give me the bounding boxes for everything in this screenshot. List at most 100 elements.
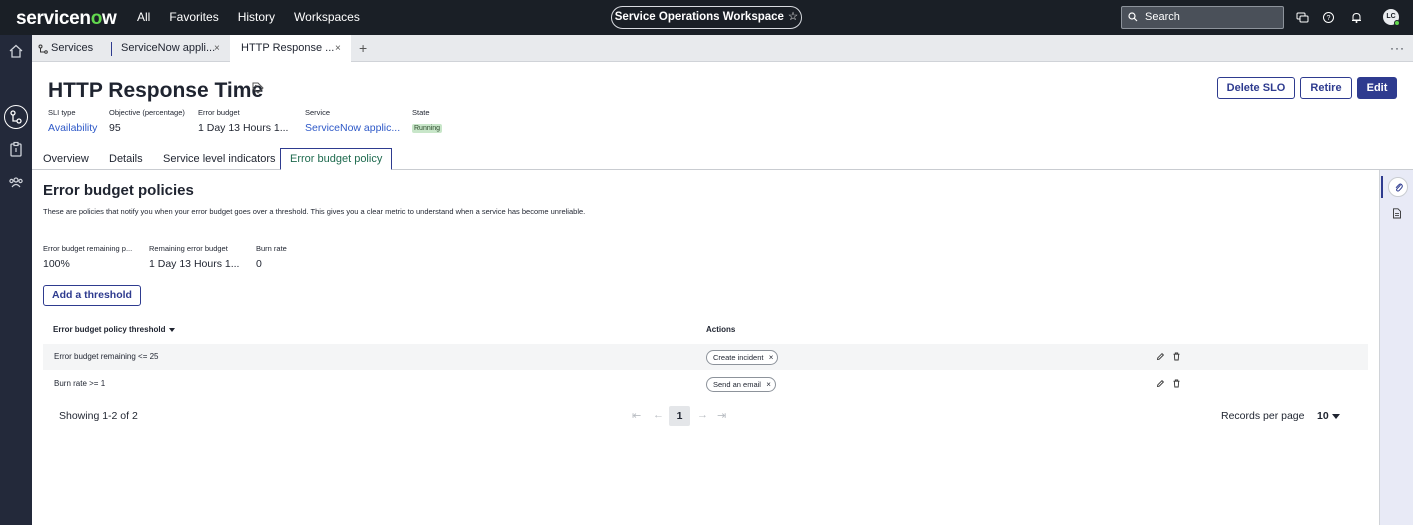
field-value: 1 Day 13 Hours 1... (198, 122, 289, 134)
presence-status-dot (1394, 20, 1400, 26)
user-avatar[interactable]: LC (1383, 9, 1400, 26)
retire-button[interactable]: Retire (1300, 77, 1352, 99)
previous-page-button[interactable]: ← (653, 409, 664, 421)
records-per-page-label: Records per page (1221, 410, 1305, 422)
close-icon[interactable]: × (335, 35, 341, 62)
stat-value: 1 Day 13 Hours 1... (149, 258, 240, 270)
records-per-page-select[interactable]: 10 (1317, 410, 1340, 422)
status-badge: Running (412, 124, 443, 133)
tab-label: ServiceNow appli... (121, 42, 216, 54)
first-page-button[interactable]: ⇤ (632, 409, 641, 422)
tab-http-response-time[interactable]: HTTP Response ... × (230, 35, 351, 62)
left-rail (0, 35, 32, 525)
workspace-title: Service Operations Workspace (614, 11, 784, 23)
side-panel-active-bar (1381, 176, 1383, 198)
column-header-threshold[interactable]: Error budget policy threshold (53, 325, 176, 334)
field-state: State Running (412, 108, 443, 135)
sort-caret-icon (169, 327, 176, 332)
records-count: Showing 1-2 of 2 (59, 410, 138, 422)
stat-error-budget-remaining: Error budget remaining p... 100% (43, 244, 132, 270)
field-label: SLI type (48, 108, 76, 117)
next-page-button[interactable]: → (697, 409, 708, 421)
stat-label: Remaining error budget (149, 244, 228, 253)
threshold-cell: Error budget remaining <= 25 (54, 352, 159, 361)
sli-type-link[interactable]: Availability (48, 122, 97, 134)
services-icon (38, 44, 48, 54)
tab-label: Services (51, 42, 94, 54)
stat-value: 100% (43, 258, 70, 270)
document-icon[interactable] (1392, 208, 1402, 219)
chat-icon[interactable] (1296, 11, 1309, 24)
remove-chip-icon[interactable]: × (766, 378, 771, 391)
stat-remaining-error-budget: Remaining error budget 1 Day 13 Hours 1.… (149, 244, 239, 270)
record-tabs: Overview Details Service level indicator… (32, 148, 1413, 170)
servicenow-logo[interactable]: servicenow (16, 8, 117, 30)
column-header-label: Error budget policy threshold (53, 325, 166, 334)
section-heading: Error budget policies (43, 182, 194, 199)
svg-text:?: ? (1327, 15, 1331, 22)
chip-label: Send an email (713, 380, 761, 389)
nav-history[interactable]: History (238, 10, 275, 24)
stat-burn-rate: Burn rate 0 (256, 244, 287, 270)
team-icon[interactable] (8, 174, 24, 190)
tab-details[interactable]: Details (109, 148, 143, 170)
field-service: Service ServiceNow applic... (305, 108, 400, 134)
search-icon (1128, 12, 1138, 22)
paperclip-icon (1395, 183, 1403, 192)
chip-label: Create incident (713, 353, 764, 362)
contextual-side-panel (1379, 170, 1413, 525)
tab-label: HTTP Response ... (241, 42, 335, 54)
delete-trash-icon[interactable] (1172, 379, 1181, 388)
nav-workspaces[interactable]: Workspaces (294, 10, 360, 24)
add-threshold-button[interactable]: Add a threshold (43, 285, 141, 306)
search-placeholder: Search (1145, 11, 1180, 23)
workspace-tab-strip: Services ServiceNow appli... × HTTP Resp… (32, 35, 1413, 62)
records-per-page-value: 10 (1317, 410, 1329, 422)
more-options-icon[interactable]: ··· (1390, 35, 1405, 62)
edit-pencil-icon[interactable] (1156, 379, 1165, 388)
top-navigation-bar: servicenow All Favorites History Workspa… (0, 0, 1413, 35)
service-link[interactable]: ServiceNow applic... (305, 122, 400, 134)
tab-service-level-indicators[interactable]: Service level indicators (163, 148, 276, 170)
close-icon[interactable]: × (214, 35, 220, 62)
attachments-tab[interactable] (1388, 177, 1408, 197)
page-title: HTTP Response Time (48, 79, 264, 102)
field-label: Service (305, 108, 331, 117)
global-search-input[interactable]: Search (1121, 6, 1284, 29)
threshold-cell: Burn rate >= 1 (54, 379, 106, 388)
last-page-button[interactable]: ⇥ (717, 409, 726, 422)
clipboard-list-icon[interactable] (8, 141, 24, 157)
field-label: Objective (percentage) (109, 108, 185, 117)
section-description: These are policies that notify you when … (43, 207, 586, 216)
field-error-budget: Error budget 1 Day 13 Hours 1... (198, 108, 288, 134)
delete-trash-icon[interactable] (1172, 352, 1181, 361)
tab-error-budget-policy[interactable]: Error budget policy (280, 148, 393, 170)
table-row: Error budget remaining <= 25 Create inci… (43, 344, 1368, 370)
notifications-bell-icon[interactable] (1350, 11, 1363, 24)
field-objective: Objective (percentage) 95 (109, 108, 185, 134)
delete-slo-button[interactable]: Delete SLO (1217, 77, 1295, 99)
tab-servicenow-application[interactable]: ServiceNow appli... × (112, 35, 229, 62)
table-row: Burn rate >= 1 Send an email × (43, 371, 1368, 397)
tab-services[interactable]: Services (36, 35, 109, 62)
stat-label: Burn rate (256, 244, 287, 253)
nav-favorites[interactable]: Favorites (169, 10, 218, 24)
field-label: Error budget (198, 108, 240, 117)
edit-button[interactable]: Edit (1357, 77, 1397, 99)
field-label: State (412, 108, 430, 117)
tag-icon[interactable] (252, 82, 264, 94)
home-icon[interactable] (8, 43, 24, 59)
workspace-title-pill[interactable]: Service Operations Workspace ☆ (611, 6, 802, 29)
stat-value: 0 (256, 258, 262, 270)
help-icon[interactable]: ? (1322, 11, 1335, 24)
top-nav-menu: All Favorites History Workspaces (137, 10, 379, 24)
current-page-indicator[interactable]: 1 (669, 406, 690, 426)
star-icon[interactable]: ☆ (788, 11, 798, 23)
new-tab-button[interactable]: + (359, 35, 367, 62)
nav-all[interactable]: All (137, 10, 150, 24)
column-header-actions: Actions (706, 325, 736, 334)
remove-chip-icon[interactable]: × (769, 351, 774, 364)
edit-pencil-icon[interactable] (1156, 352, 1165, 361)
tab-overview[interactable]: Overview (43, 148, 89, 170)
clipboard-icon[interactable] (8, 107, 24, 123)
